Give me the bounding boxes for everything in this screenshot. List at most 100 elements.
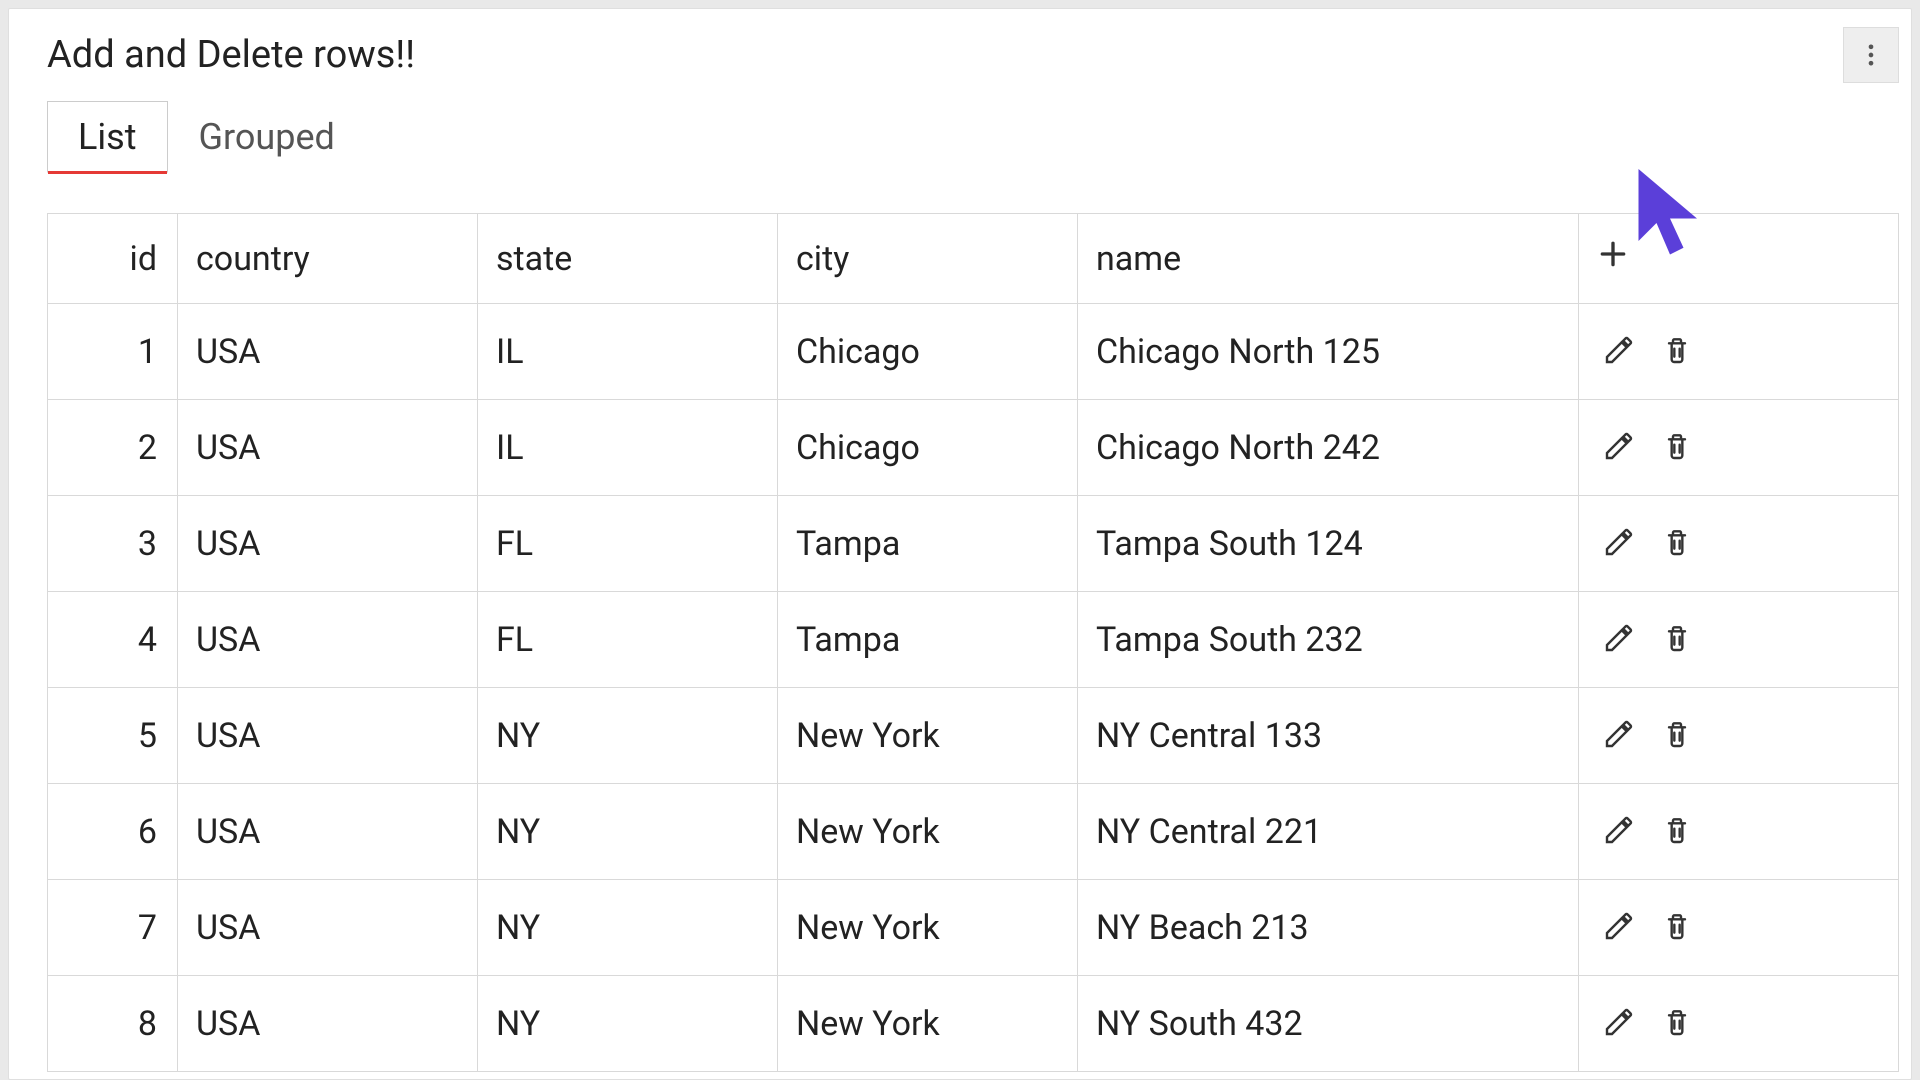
cell-actions [1579,592,1899,688]
cell-city: Chicago [778,304,1078,400]
edit-row-button[interactable] [1597,328,1641,372]
cell-country: USA [178,304,478,400]
cell-state: IL [478,400,778,496]
cell-state: NY [478,976,778,1072]
cell-city: Chicago [778,400,1078,496]
trash-icon [1661,622,1693,654]
cell-country: USA [178,496,478,592]
pencil-icon [1603,910,1635,942]
cell-city: New York [778,784,1078,880]
data-table: id country state city name [47,213,1899,1079]
table-row: 5USANYNew YorkNY Central 133 [48,688,1899,784]
cell-actions [1579,688,1899,784]
cell-state: NY [478,688,778,784]
delete-row-button[interactable] [1655,328,1699,372]
plus-icon [1597,238,1629,270]
delete-row-button[interactable] [1655,520,1699,564]
add-row-button[interactable] [1597,239,1629,279]
cell-city: New York [778,880,1078,976]
table-row: 1USAILChicagoChicago North 125 [48,304,1899,400]
trash-icon [1661,814,1693,846]
cell-id: 2 [48,400,178,496]
panel-title: Add and Delete rows!! [47,33,415,77]
cell-id: 3 [48,496,178,592]
cell-state: NY [478,784,778,880]
cell-id: 5 [48,688,178,784]
delete-row-button[interactable] [1655,808,1699,852]
cell-country: USA [178,400,478,496]
col-header-name[interactable]: name [1078,214,1579,304]
edit-row-button[interactable] [1597,424,1641,468]
cell-id: 8 [48,976,178,1072]
delete-row-button[interactable] [1655,712,1699,756]
cell-id: 7 [48,880,178,976]
pencil-icon [1603,718,1635,750]
pencil-icon [1603,814,1635,846]
edit-row-button[interactable] [1597,904,1641,948]
edit-row-button[interactable] [1597,616,1641,660]
tab-list[interactable]: List [47,101,168,173]
table-scroll-area[interactable]: id country state city name [47,213,1899,1079]
cell-city: New York [778,976,1078,1072]
trash-icon [1661,334,1693,366]
cell-actions [1579,496,1899,592]
cell-state: FL [478,496,778,592]
cell-actions [1579,976,1899,1072]
cell-name: Chicago North 242 [1078,400,1579,496]
col-header-city[interactable]: city [778,214,1078,304]
col-header-state[interactable]: state [478,214,778,304]
cell-city: New York [778,688,1078,784]
trash-icon [1661,1006,1693,1038]
tab-label: List [78,116,137,158]
more-options-button[interactable] [1843,27,1899,83]
edit-row-button[interactable] [1597,520,1641,564]
cell-id: 6 [48,784,178,880]
cell-id: 1 [48,304,178,400]
cell-country: USA [178,688,478,784]
pencil-icon [1603,526,1635,558]
delete-row-button[interactable] [1655,904,1699,948]
col-header-id[interactable]: id [48,214,178,304]
delete-row-button[interactable] [1655,424,1699,468]
cell-city: Tampa [778,496,1078,592]
trash-icon [1661,718,1693,750]
cell-city: Tampa [778,592,1078,688]
cell-name: NY Central 133 [1078,688,1579,784]
delete-row-button[interactable] [1655,1000,1699,1044]
trash-icon [1661,526,1693,558]
cell-country: USA [178,976,478,1072]
panel-header: Add and Delete rows!! [9,9,1911,101]
edit-row-button[interactable] [1597,712,1641,756]
pencil-icon [1603,430,1635,462]
table-row: 8USANYNew YorkNY South 432 [48,976,1899,1072]
pencil-icon [1603,334,1635,366]
cell-state: IL [478,304,778,400]
cell-country: USA [178,784,478,880]
table-row: 2USAILChicagoChicago North 242 [48,400,1899,496]
cell-name: NY Central 221 [1078,784,1579,880]
cell-state: FL [478,592,778,688]
table-row: 6USANYNew YorkNY Central 221 [48,784,1899,880]
pencil-icon [1603,1006,1635,1038]
cell-country: USA [178,880,478,976]
tab-bar: List Grouped [9,101,1911,173]
cell-name: Chicago North 125 [1078,304,1579,400]
delete-row-button[interactable] [1655,616,1699,660]
table-row: 7USANYNew YorkNY Beach 213 [48,880,1899,976]
edit-row-button[interactable] [1597,1000,1641,1044]
table-row: 4USAFLTampaTampa South 232 [48,592,1899,688]
trash-icon [1661,430,1693,462]
table-header-row: id country state city name [48,214,1899,304]
cell-actions [1579,784,1899,880]
more-vertical-icon [1857,41,1885,69]
cell-name: NY Beach 213 [1078,880,1579,976]
cell-name: NY South 432 [1078,976,1579,1072]
pencil-icon [1603,622,1635,654]
edit-row-button[interactable] [1597,808,1641,852]
cell-id: 4 [48,592,178,688]
trash-icon [1661,910,1693,942]
cell-state: NY [478,880,778,976]
tab-grouped[interactable]: Grouped [168,101,366,173]
col-header-country[interactable]: country [178,214,478,304]
panel: Add and Delete rows!! List Grouped id co… [8,8,1912,1080]
